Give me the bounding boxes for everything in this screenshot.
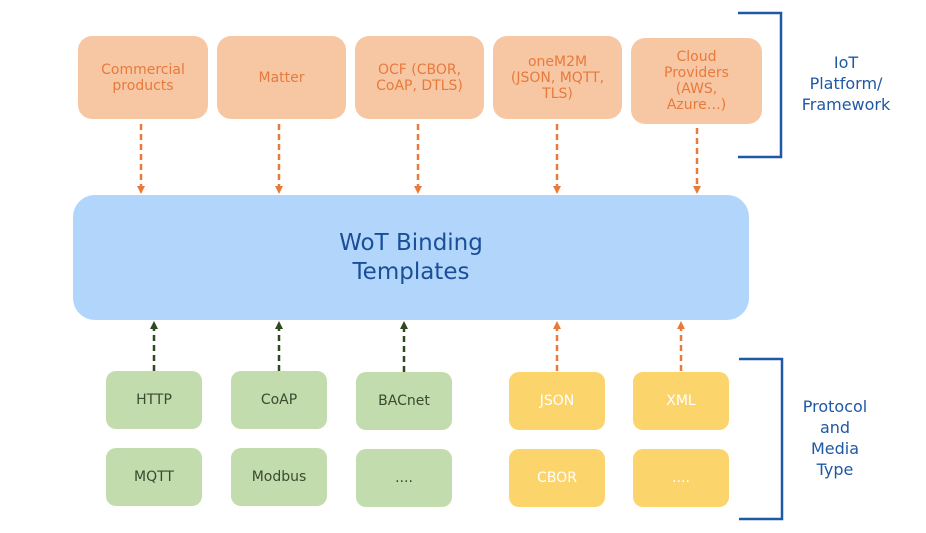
platform-label: Commercial products	[101, 61, 185, 94]
media-label: JSON	[539, 393, 575, 409]
group-label-iot-platform: IoT Platform/ Framework	[786, 52, 906, 115]
platform-matter: Matter	[217, 36, 346, 119]
protocol-more: ....	[356, 449, 452, 507]
group-label-protocol-media: Protocol and Media Type	[775, 396, 895, 480]
protocol-label: ....	[395, 470, 413, 486]
protocol-coap: CoAP	[231, 371, 327, 429]
platform-label: Matter	[258, 69, 305, 86]
protocol-label: CoAP	[260, 392, 298, 408]
group-label-text: IoT Platform/ Framework	[801, 53, 891, 114]
core-label: WoT Binding Templates	[339, 229, 483, 285]
platform-label: oneM2M (JSON, MQTT, TLS)	[510, 53, 605, 102]
protocol-label: BACnet	[378, 393, 430, 409]
protocol-label: HTTP	[136, 392, 172, 408]
protocol-label: Modbus	[251, 469, 307, 485]
protocol-bacnet: BACnet	[356, 372, 452, 430]
media-cbor: CBOR	[509, 449, 605, 507]
media-xml: XML	[633, 372, 729, 430]
media-label: XML	[666, 393, 696, 409]
group-label-text: Protocol and Media Type	[802, 397, 868, 479]
media-json: JSON	[509, 372, 605, 430]
protocol-http: HTTP	[106, 371, 202, 429]
platform-label: OCF (CBOR, CoAP, DTLS)	[376, 61, 463, 94]
protocol-modbus: Modbus	[231, 448, 327, 506]
protocol-mqtt: MQTT	[106, 448, 202, 506]
platform-onem2m: oneM2M (JSON, MQTT, TLS)	[493, 36, 622, 119]
platform-commercial-products: Commercial products	[78, 36, 208, 119]
wot-binding-templates: WoT Binding Templates	[73, 195, 749, 320]
protocol-label: MQTT	[134, 469, 174, 485]
platform-cloud-providers: Cloud Providers (AWS, Azure…)	[631, 38, 762, 124]
media-label: ....	[672, 470, 690, 486]
platform-label: Cloud Providers (AWS, Azure…)	[664, 49, 729, 113]
platform-ocf: OCF (CBOR, CoAP, DTLS)	[355, 36, 484, 119]
media-more: ....	[633, 449, 729, 507]
media-label: CBOR	[537, 470, 577, 486]
